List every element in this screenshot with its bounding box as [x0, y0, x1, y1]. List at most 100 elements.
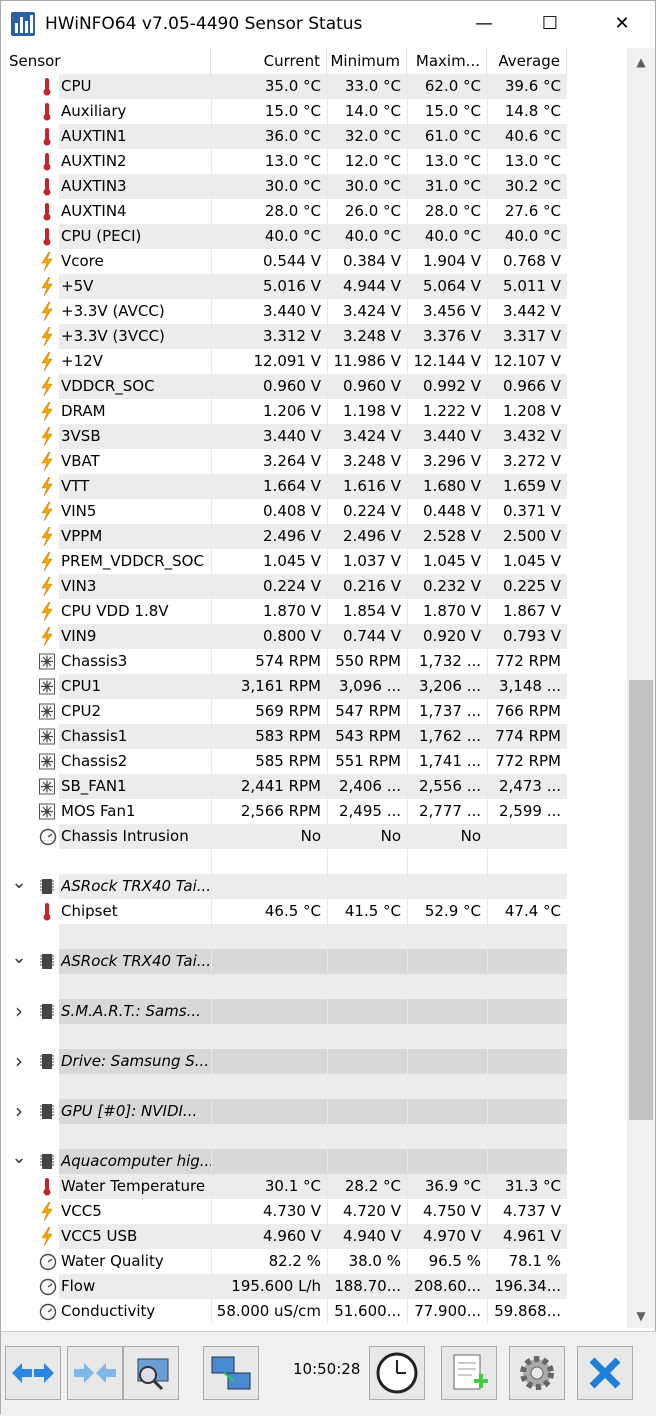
- chevron-right-icon[interactable]: ›: [11, 1051, 27, 1071]
- sensor-row[interactable]: Chipset 46.5 °C 41.5 °C 52.9 °C 47.4 °C: [1, 899, 567, 924]
- sensor-group-row[interactable]: › GPU [#0]: NVIDI...: [1, 1099, 567, 1124]
- current-value: 3.440 V: [263, 302, 321, 320]
- sensor-row[interactable]: CPU (PECI) 40.0 °C 40.0 °C 40.0 °C 40.0 °C: [1, 224, 567, 249]
- sensor-row[interactable]: VCC5 4.730 V 4.720 V 4.750 V 4.737 V: [1, 1199, 567, 1224]
- sensor-row[interactable]: VTT 1.664 V 1.616 V 1.680 V 1.659 V: [1, 474, 567, 499]
- average-value: 1.208 V: [503, 402, 561, 420]
- sensor-row[interactable]: 3VSB 3.440 V 3.424 V 3.440 V 3.432 V: [1, 424, 567, 449]
- sensor-row[interactable]: Chassis Intrusion No No No: [1, 824, 567, 849]
- chevron-down-icon[interactable]: ⌄: [11, 1149, 27, 1171]
- settings-gear-icon[interactable]: [509, 1346, 565, 1400]
- sensor-row[interactable]: MOS Fan1 2,566 RPM 2,495 ... 2,777 ... 2,599…: [1, 799, 567, 824]
- sensor-row[interactable]: AUXTIN1 36.0 °C 32.0 °C 61.0 °C 40.6 °C: [1, 124, 567, 149]
- maximum-value: 96.5 %: [428, 1252, 481, 1270]
- current-value: 4.960 V: [263, 1227, 321, 1245]
- average-value: 4.737 V: [503, 1202, 561, 1220]
- chevron-right-icon[interactable]: ›: [11, 1001, 27, 1021]
- sensor-row[interactable]: Water Quality 82.2 % 38.0 % 96.5 % 78.1 %: [1, 1249, 567, 1274]
- sensor-row[interactable]: AUXTIN2 13.0 °C 12.0 °C 13.0 °C 13.0 °C: [1, 149, 567, 174]
- lightning-bolt-icon: [39, 351, 55, 372]
- chevron-down-icon[interactable]: ⌄: [11, 874, 27, 896]
- sensor-row[interactable]: +3.3V (3VCC) 3.312 V 3.248 V 3.376 V 3.317 V: [1, 324, 567, 349]
- column-header-maximum[interactable]: Maxim...: [407, 48, 487, 74]
- minimize-button[interactable]: —: [457, 1, 511, 47]
- close-x-icon[interactable]: [577, 1346, 633, 1400]
- chevron-down-icon[interactable]: ⌄: [11, 949, 27, 971]
- sensor-row[interactable]: VCC5 USB 4.960 V 4.940 V 4.970 V 4.961 V: [1, 1224, 567, 1249]
- sensor-row[interactable]: Chassis2 585 RPM 551 RPM 1,741 ... 772 RPM: [1, 749, 567, 774]
- scroll-down-arrow[interactable]: ▼: [627, 1304, 655, 1328]
- sensor-name: VDDCR_SOC: [61, 377, 155, 395]
- sensor-row[interactable]: Flow 195.600 L/h 188.70... 208.60... 196.34.…: [1, 1274, 567, 1299]
- vertical-scrollbar[interactable]: ▲ ▼: [627, 48, 655, 1328]
- clock-icon[interactable]: [369, 1346, 425, 1400]
- scrollbar-thumb[interactable]: [629, 680, 653, 1120]
- chevron-right-icon[interactable]: ›: [11, 1101, 27, 1121]
- sensor-row[interactable]: CPU1 3,161 RPM 3,096 ... 3,206 ... 3,148 ...: [1, 674, 567, 699]
- sensor-row[interactable]: Vcore 0.544 V 0.384 V 1.904 V 0.768 V: [1, 249, 567, 274]
- sensor-row[interactable]: CPU 35.0 °C 33.0 °C 62.0 °C 39.6 °C: [1, 74, 567, 99]
- sensor-row[interactable]: DRAM 1.206 V 1.198 V 1.222 V 1.208 V: [1, 399, 567, 424]
- column-header-average[interactable]: Average: [487, 48, 567, 74]
- column-header-sensor[interactable]: Sensor: [1, 48, 211, 74]
- sensor-group-row[interactable]: ⌄ ASRock TRX40 Tai...: [1, 949, 567, 974]
- sensor-row[interactable]: VIN5 0.408 V 0.224 V 0.448 V 0.371 V: [1, 499, 567, 524]
- column-header-minimum[interactable]: Minimum: [327, 48, 407, 74]
- sensor-row[interactable]: +3.3V (AVCC) 3.440 V 3.424 V 3.456 V 3.442 V: [1, 299, 567, 324]
- sensor-row[interactable]: SB_FAN1 2,441 RPM 2,406 ... 2,556 ... 2,473 …: [1, 774, 567, 799]
- sensor-group-row[interactable]: › S.M.A.R.T.: Sams...: [1, 999, 567, 1024]
- sensor-row[interactable]: VBAT 3.264 V 3.248 V 3.296 V 3.272 V: [1, 449, 567, 474]
- maximum-value: 31.0 °C: [424, 177, 481, 195]
- sensor-name: Water Temperature: [61, 1177, 206, 1195]
- maximize-button[interactable]: ☐: [523, 1, 577, 47]
- sensor-row[interactable]: VIN3 0.224 V 0.216 V 0.232 V 0.225 V: [1, 574, 567, 599]
- sensor-row[interactable]: AUXTIN4 28.0 °C 26.0 °C 28.0 °C 27.6 °C: [1, 199, 567, 224]
- sensor-row[interactable]: +12V 12.091 V 11.986 V 12.144 V 12.107 V: [1, 349, 567, 374]
- lightning-bolt-icon: [39, 551, 55, 572]
- sensor-group-row[interactable]: ⌄ ASRock TRX40 Tai...: [1, 874, 567, 899]
- sensor-row[interactable]: VIN9 0.800 V 0.744 V 0.920 V 0.793 V: [1, 624, 567, 649]
- sensor-name: VTT: [61, 477, 90, 495]
- fan-icon: [39, 702, 55, 721]
- arrows-collapse-icon[interactable]: [67, 1346, 123, 1400]
- sensor-group-row[interactable]: › Drive: Samsung S...: [1, 1049, 567, 1074]
- chip-icon: [39, 1002, 55, 1021]
- add-report-icon[interactable]: [441, 1346, 497, 1400]
- sensor-row[interactable]: VPPM 2.496 V 2.496 V 2.528 V 2.500 V: [1, 524, 567, 549]
- sensor-row[interactable]: Chassis3 574 RPM 550 RPM 1,732 ... 772 RPM: [1, 649, 567, 674]
- sensor-row[interactable]: VDDCR_SOC 0.960 V 0.960 V 0.992 V 0.966 V: [1, 374, 567, 399]
- column-header-current[interactable]: Current: [211, 48, 327, 74]
- average-value: 3.317 V: [503, 327, 561, 345]
- sensor-row[interactable]: CPU2 569 RPM 547 RPM 1,737 ... 766 RPM: [1, 699, 567, 724]
- column-gridline: [407, 1024, 408, 1049]
- sensor-row[interactable]: Conductivity 58.000 uS/cm 51.600... 77.900.…: [1, 1299, 567, 1324]
- network-scan-icon[interactable]: [123, 1346, 179, 1400]
- computers-network-icon[interactable]: [203, 1346, 259, 1400]
- average-value: 2,599 ...: [498, 802, 561, 820]
- current-value: 1.045 V: [263, 552, 321, 570]
- current-value: 3,161 RPM: [240, 677, 321, 695]
- sensor-name: VBAT: [61, 452, 100, 470]
- sensor-row[interactable]: CPU VDD 1.8V 1.870 V 1.854 V 1.870 V 1.867 V: [1, 599, 567, 624]
- minimum-value: 1.854 V: [343, 602, 401, 620]
- sensor-list[interactable]: CPU 35.0 °C 33.0 °C 62.0 °C 39.6 °C Auxiliary…: [1, 74, 627, 1328]
- sensor-row[interactable]: Water Temperature 30.1 °C 28.2 °C 36.9 °C 31…: [1, 1174, 567, 1199]
- scroll-up-arrow[interactable]: ▲: [627, 50, 655, 74]
- maximum-value: 61.0 °C: [424, 127, 481, 145]
- average-value: 1.867 V: [503, 602, 561, 620]
- sensor-row[interactable]: Chassis1 583 RPM 543 RPM 1,762 ... 774 RPM: [1, 724, 567, 749]
- title-bar[interactable]: HWiNFO64 v7.05-4490 Sensor Status — ☐ ✕: [1, 1, 655, 47]
- minimum-value: 551 RPM: [335, 752, 401, 770]
- sensor-row[interactable]: Auxiliary 15.0 °C 14.0 °C 15.0 °C 14.8 °C: [1, 99, 567, 124]
- current-value: 1.664 V: [263, 477, 321, 495]
- maximum-value: 0.448 V: [423, 502, 481, 520]
- row-background: [59, 1074, 567, 1099]
- sensor-group-row[interactable]: ⌄ Aquacomputer hig...: [1, 1149, 567, 1174]
- close-button[interactable]: ✕: [595, 1, 649, 47]
- current-value: 0.408 V: [263, 502, 321, 520]
- arrows-left-right-icon[interactable]: [5, 1346, 61, 1400]
- sensor-row[interactable]: PREM_VDDCR_SOC 1.045 V 1.037 V 1.045 V 1.045…: [1, 549, 567, 574]
- average-value: 2.500 V: [503, 527, 561, 545]
- sensor-row[interactable]: +5V 5.016 V 4.944 V 5.064 V 5.011 V: [1, 274, 567, 299]
- sensor-row[interactable]: AUXTIN3 30.0 °C 30.0 °C 31.0 °C 30.2 °C: [1, 174, 567, 199]
